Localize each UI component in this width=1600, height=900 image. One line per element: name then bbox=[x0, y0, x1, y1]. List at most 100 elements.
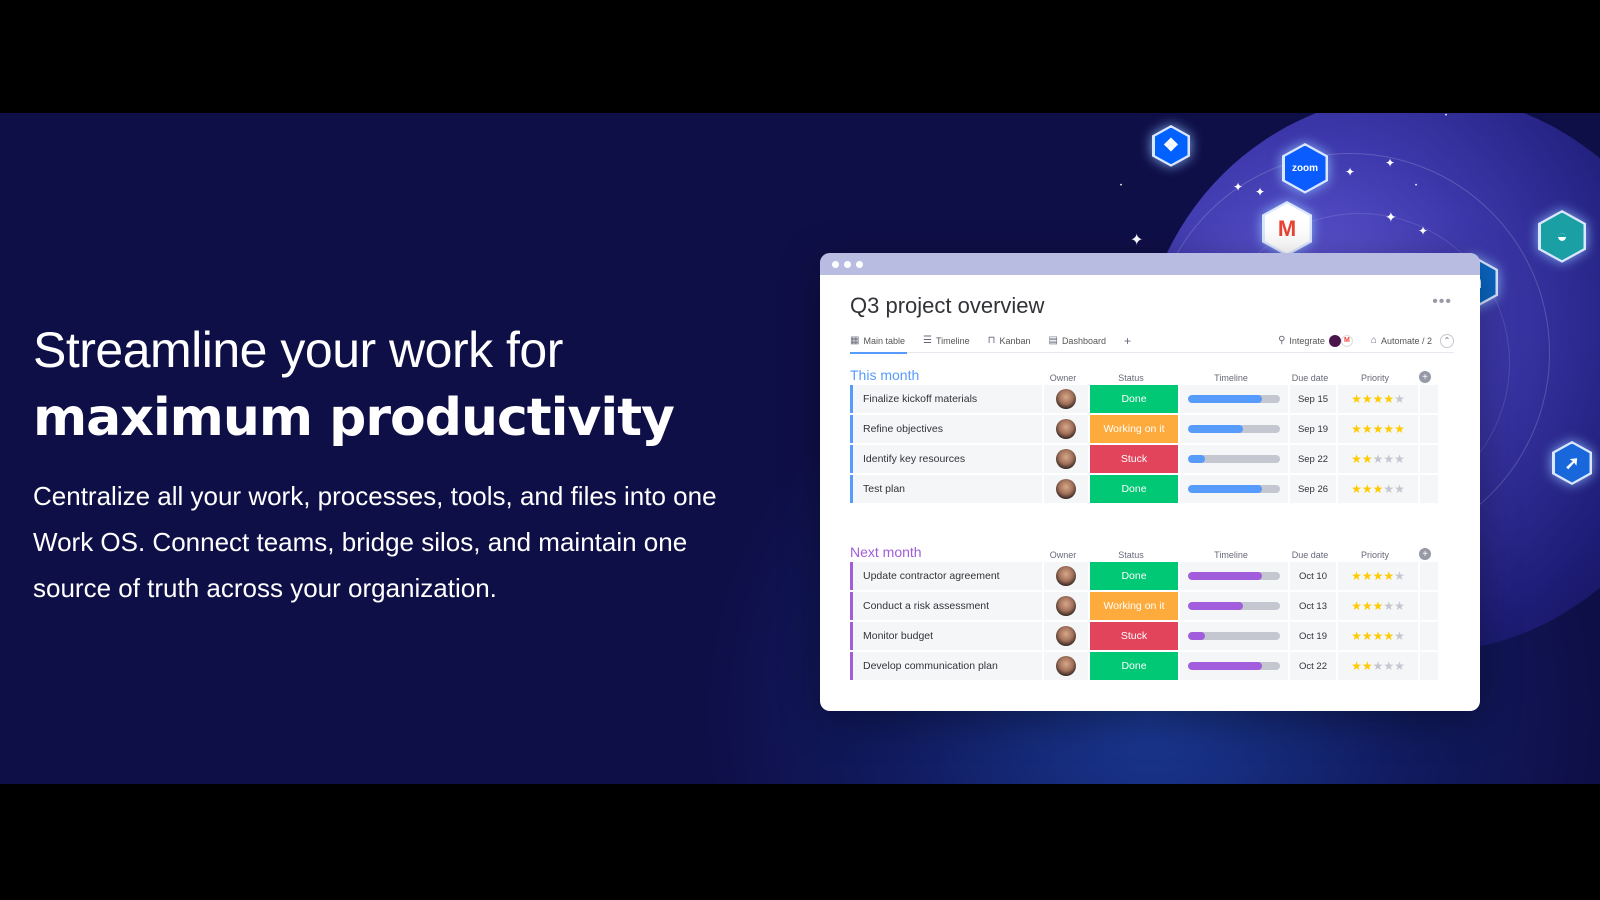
star-icon: ★ bbox=[1383, 569, 1395, 583]
owner-cell[interactable] bbox=[1044, 385, 1088, 413]
timeline-cell[interactable] bbox=[1180, 385, 1288, 413]
column-header-timeline[interactable]: Timeline bbox=[1176, 373, 1286, 383]
tab-timeline[interactable]: ☰ Timeline bbox=[923, 329, 970, 353]
add-column-button[interactable]: + bbox=[1419, 548, 1431, 560]
column-header-due-date[interactable]: Due date bbox=[1286, 373, 1334, 383]
timeline-bar bbox=[1188, 395, 1280, 403]
item-name[interactable]: Monitor budget bbox=[850, 622, 1042, 650]
timeline-cell[interactable] bbox=[1180, 562, 1288, 590]
priority-rating[interactable]: ★ ★ ★ ★ ★ bbox=[1338, 592, 1418, 620]
item-name[interactable]: Identify key resources bbox=[850, 445, 1042, 473]
timeline-cell[interactable] bbox=[1180, 652, 1288, 680]
timeline-bar-fill bbox=[1188, 662, 1262, 670]
due-date[interactable]: Sep 26 bbox=[1290, 475, 1336, 503]
star-icon: ★ bbox=[1394, 392, 1405, 406]
star-icon: ★ bbox=[1383, 452, 1395, 466]
table-row[interactable]: Identify key resources Stuck Sep 22 ★ ★ ★ ★ ★ bbox=[850, 445, 1454, 473]
priority-rating[interactable]: ★ ★ ★ ★ ★ bbox=[1338, 415, 1418, 443]
tab-main-table[interactable]: ▦ Main table bbox=[850, 329, 907, 354]
table-row[interactable]: Develop communication plan Done Oct 22 ★ ★ ★ ★… bbox=[850, 652, 1454, 680]
priority-rating[interactable]: ★ ★ ★ ★ ★ bbox=[1338, 475, 1418, 503]
table-row[interactable]: Refine objectives Working on it Sep 19 ★ ★ ★ ★… bbox=[850, 415, 1454, 443]
item-name[interactable]: Conduct a risk assessment bbox=[850, 592, 1042, 620]
owner-cell[interactable] bbox=[1044, 562, 1088, 590]
tab-dashboard[interactable]: ▤ Dashboard bbox=[1048, 329, 1105, 353]
status-badge[interactable]: Done bbox=[1090, 385, 1178, 413]
window-dot bbox=[844, 260, 851, 268]
status-badge[interactable]: Done bbox=[1090, 475, 1178, 503]
group-title[interactable]: This month bbox=[850, 367, 1040, 383]
priority-rating[interactable]: ★ ★ ★ ★ ★ bbox=[1338, 445, 1418, 473]
hex-border: M bbox=[1262, 201, 1312, 256]
column-header-priority[interactable]: Priority bbox=[1334, 550, 1416, 560]
jira-icon[interactable]: ➚ bbox=[1552, 441, 1592, 485]
dropbox-icon[interactable]: ❖ bbox=[1152, 125, 1190, 167]
star-icon: ★ bbox=[1372, 599, 1384, 613]
status-badge[interactable]: Working on it bbox=[1090, 592, 1178, 620]
tab-label: Dashboard bbox=[1061, 335, 1106, 346]
status-badge[interactable]: Done bbox=[1090, 562, 1178, 590]
status-badge[interactable]: Stuck bbox=[1090, 445, 1178, 473]
column-header-timeline[interactable]: Timeline bbox=[1176, 550, 1286, 560]
due-date[interactable]: Oct 22 bbox=[1290, 652, 1336, 680]
table-row[interactable]: Monitor budget Stuck Oct 19 ★ ★ ★ ★ ★ bbox=[850, 622, 1454, 650]
priority-rating[interactable]: ★ ★ ★ ★ ★ bbox=[1338, 562, 1418, 590]
add-view-button[interactable]: + bbox=[1124, 334, 1131, 348]
table-row[interactable]: Test plan Done Sep 26 ★ ★ ★ ★ ★ bbox=[850, 475, 1454, 503]
priority-rating[interactable]: ★ ★ ★ ★ ★ bbox=[1338, 622, 1418, 650]
integrate-button[interactable]: ⚲ Integrate M bbox=[1278, 334, 1353, 347]
owner-cell[interactable] bbox=[1044, 415, 1088, 443]
due-date[interactable]: Sep 19 bbox=[1290, 415, 1336, 443]
status-badge[interactable]: Working on it bbox=[1090, 415, 1178, 443]
column-header-owner[interactable]: Owner bbox=[1040, 550, 1086, 560]
timeline-bar bbox=[1188, 662, 1280, 670]
priority-rating[interactable]: ★ ★ ★ ★ ★ bbox=[1338, 652, 1418, 680]
item-name[interactable]: Refine objectives bbox=[850, 415, 1042, 443]
add-column-button[interactable]: + bbox=[1419, 371, 1431, 383]
zoom-icon[interactable]: zoom bbox=[1282, 143, 1328, 194]
owner-cell[interactable] bbox=[1044, 592, 1088, 620]
tab-kanban[interactable]: ⊓ Kanban bbox=[988, 329, 1031, 353]
table-row[interactable]: Conduct a risk assessment Working on it Oc… bbox=[850, 592, 1454, 620]
due-date[interactable]: Oct 10 bbox=[1290, 562, 1336, 590]
timeline-cell[interactable] bbox=[1180, 475, 1288, 503]
owner-cell[interactable] bbox=[1044, 445, 1088, 473]
owner-cell[interactable] bbox=[1044, 652, 1088, 680]
item-name[interactable]: Develop communication plan bbox=[850, 652, 1042, 680]
due-date[interactable]: Oct 13 bbox=[1290, 592, 1336, 620]
due-date[interactable]: Sep 15 bbox=[1290, 385, 1336, 413]
item-name[interactable]: Finalize kickoff materials bbox=[850, 385, 1042, 413]
table-row[interactable]: Finalize kickoff materials Done Sep 15 ★ ★ ★ ★… bbox=[850, 385, 1454, 413]
timeline-cell[interactable] bbox=[1180, 592, 1288, 620]
column-header-due-date[interactable]: Due date bbox=[1286, 550, 1334, 560]
due-date[interactable]: Sep 22 bbox=[1290, 445, 1336, 473]
priority-rating[interactable]: ★ ★ ★ ★ ★ bbox=[1338, 385, 1418, 413]
group-title[interactable]: Next month bbox=[850, 544, 1040, 560]
item-name[interactable]: Update contractor agreement bbox=[850, 562, 1042, 590]
gmail-icon[interactable]: M bbox=[1262, 201, 1312, 256]
star-icon: ★ bbox=[1351, 629, 1362, 643]
status-badge[interactable]: Stuck bbox=[1090, 622, 1178, 650]
timeline-cell[interactable] bbox=[1180, 622, 1288, 650]
timeline-cell[interactable] bbox=[1180, 445, 1288, 473]
table-row[interactable]: Update contractor agreement Done Oct 10 ★ ★ ★… bbox=[850, 562, 1454, 590]
star-icon: ★ bbox=[1394, 659, 1405, 673]
collapse-header-button[interactable]: ⌃ bbox=[1440, 333, 1454, 348]
automate-button[interactable]: ⌂ Automate / 2 bbox=[1371, 335, 1432, 346]
sparkle-icon: ✦ bbox=[1345, 165, 1356, 179]
jira-glyph: ➚ bbox=[1554, 443, 1590, 483]
owner-cell[interactable] bbox=[1044, 475, 1088, 503]
column-header-status[interactable]: Status bbox=[1086, 373, 1176, 383]
column-header-priority[interactable]: Priority bbox=[1334, 373, 1416, 383]
star-icon: ★ bbox=[1361, 482, 1373, 496]
owner-cell[interactable] bbox=[1044, 622, 1088, 650]
item-name[interactable]: Test plan bbox=[850, 475, 1042, 503]
more-options-button[interactable]: ••• bbox=[1432, 293, 1452, 311]
teams-app-icon[interactable]: ◒ bbox=[1538, 210, 1586, 263]
status-badge[interactable]: Done bbox=[1090, 652, 1178, 680]
timeline-cell[interactable] bbox=[1180, 415, 1288, 443]
due-date[interactable]: Oct 19 bbox=[1290, 622, 1336, 650]
column-header-owner[interactable]: Owner bbox=[1040, 373, 1086, 383]
star-icon: ★ bbox=[1383, 599, 1395, 613]
column-header-status[interactable]: Status bbox=[1086, 550, 1176, 560]
